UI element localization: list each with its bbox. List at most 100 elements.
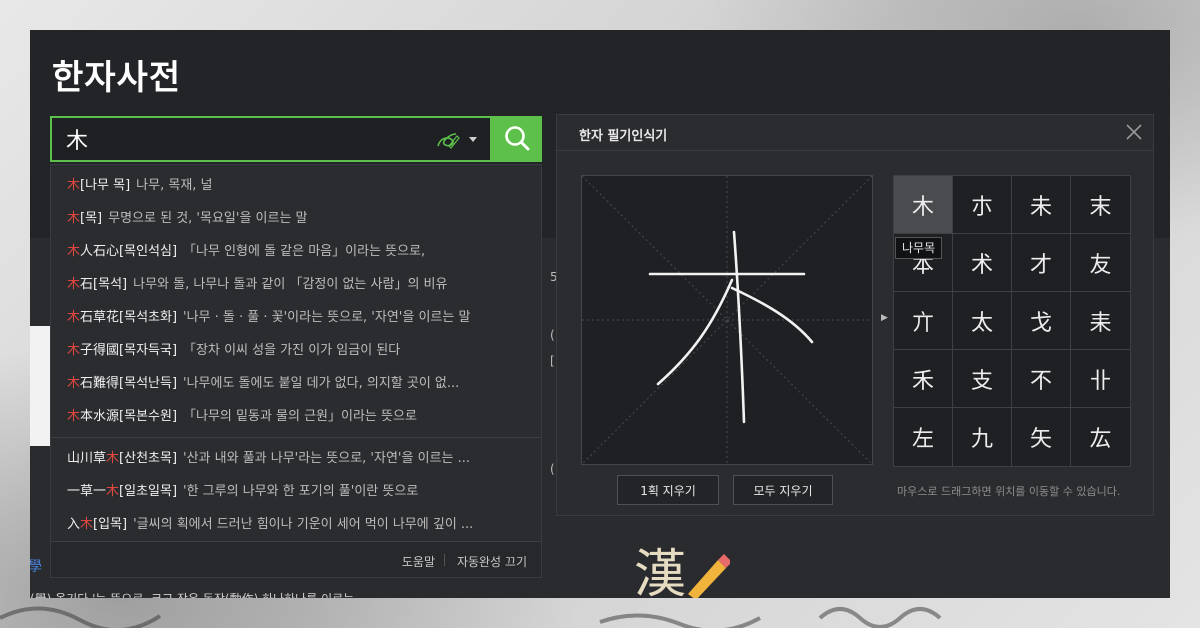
dictionary-window: 한자사전 學 (學) 옮기다 '는 뜻으로, 크고 작은 동작(動作) 하나하나… (30, 30, 1170, 598)
caret-down-icon (469, 137, 477, 142)
reading: [목석난득] (119, 376, 178, 391)
word-prefix: 山川草 (67, 451, 107, 466)
matched-char: 木 (67, 277, 81, 292)
reading: [목본수원] (119, 409, 178, 424)
page-title: 한자사전 (52, 58, 182, 98)
logo-char: 漢 (634, 545, 687, 598)
reading: [목석] (93, 277, 128, 292)
handwriting-toggle-button[interactable] (434, 128, 480, 152)
underlying-link[interactable]: 學 (30, 556, 50, 576)
word-prefix: 一草一 (67, 484, 107, 499)
word-prefix: 入 (67, 517, 81, 532)
autocomplete-item[interactable]: 木[나무 목] 나무, 목재, 널 (51, 169, 541, 202)
candidate-char[interactable]: 太 (953, 292, 1012, 350)
reading: [목자득국] (119, 343, 178, 358)
candidate-char[interactable]: 友 (1071, 234, 1130, 292)
autocomplete-item[interactable]: 木本水源[목본수원] 「나무의 밑동과 물의 근원」이라는 뜻으로 (51, 400, 541, 433)
matched-char: 木 (67, 178, 81, 193)
autocomplete-list: 木[나무 목] 나무, 목재, 널 木[목] 무명으로 된 것, '목요일'을 이르는… (51, 169, 541, 541)
reading: [일초일목] (119, 484, 178, 499)
matched-char: 木 (67, 376, 81, 391)
candidate-char[interactable]: 耒 (1071, 292, 1130, 350)
candidate-char[interactable]: 才 (1012, 234, 1071, 292)
underlying-char: ( (550, 328, 555, 342)
handwriting-strokes (581, 175, 873, 465)
word-suffix: 本水源 (80, 409, 120, 424)
matched-char: 木 (106, 451, 120, 466)
matched-char: 木 (67, 310, 81, 325)
candidate-char[interactable]: 未 (1012, 176, 1071, 234)
candidate-char[interactable]: 木 (894, 176, 953, 234)
candidate-char[interactable]: 九 (953, 408, 1012, 466)
word-suffix: 石草花 (80, 310, 120, 325)
autocomplete-item[interactable]: 入木[입목] '글씨의 획에서 드러난 힘이나 기운이 세어 먹이 나무에 깊이 … (51, 508, 541, 541)
meaning: 「나무의 밑동과 물의 근원」이라는 뜻으로 (183, 409, 417, 424)
candidate-char[interactable]: 左 (894, 408, 953, 466)
word-suffix: 石 (80, 277, 94, 292)
drag-hint: 마우스로 드래그하면 위치를 이동할 수 있습니다. (897, 485, 1121, 498)
autocomplete-item[interactable]: 木石難得[목석난득] '나무에도 돌에도 붙일 데가 없다, 의지할 곳이 없..… (51, 367, 541, 400)
autocomplete-item[interactable]: 山川草木[산천초목] '산과 내와 풀과 나무'라는 뜻으로, '자연'을 이르는… (51, 442, 541, 475)
autocomplete-item[interactable]: 一草一木[일초일목] '한 그루의 나무와 한 포기의 풀'이란 뜻으로 (51, 475, 541, 508)
close-icon (1126, 124, 1142, 140)
handwriting-recognizer-panel[interactable]: 한자 필기인식기 ▶ 木朩未末本术才友亣太戈耒禾支不卝左九矢厷 나무목 1획 지… (556, 114, 1154, 516)
candidate-char[interactable]: 亣 (894, 292, 953, 350)
search-button[interactable] (492, 116, 542, 162)
meaning: 무명으로 된 것, '목요일'을 이르는 말 (108, 211, 308, 226)
arrow-right-icon: ▶ (881, 313, 888, 323)
close-button[interactable] (1123, 121, 1145, 143)
meaning: 나무와 돌, 나무나 돌과 같이 「감정이 없는 사람」의 비유 (133, 277, 448, 292)
reading: [목인석심] (119, 244, 178, 259)
reading: [산천초목] (119, 451, 178, 466)
meaning: '글씨의 획에서 드러난 힘이나 기운이 세어 먹이 나무에 깊이 ... (133, 517, 474, 532)
search-icon (505, 125, 530, 150)
drawing-canvas[interactable] (581, 175, 873, 465)
pencil-icon (688, 554, 730, 598)
search-input[interactable] (66, 123, 406, 155)
candidate-char[interactable]: 禾 (894, 350, 953, 408)
panel-title: 한자 필기인식기 (579, 129, 668, 144)
footer-divider (444, 554, 445, 566)
autocomplete-item[interactable]: 木石[목석] 나무와 돌, 나무나 돌과 같이 「감정이 없는 사람」의 비유 (51, 268, 541, 301)
candidate-char[interactable]: 末 (1071, 176, 1130, 234)
reading: [입목] (93, 517, 128, 532)
help-link[interactable]: 도움말 (402, 553, 435, 570)
autocomplete-item[interactable]: 木[목] 무명으로 된 것, '목요일'을 이르는 말 (51, 202, 541, 235)
candidate-char[interactable]: 不 (1012, 350, 1071, 408)
autocomplete-off-link[interactable]: 자동완성 끄기 (457, 553, 527, 570)
panel-header[interactable]: 한자 필기인식기 (557, 115, 1153, 151)
search-box (50, 116, 492, 162)
matched-char: 木 (67, 244, 81, 259)
clear-all-button[interactable]: 모두 지우기 (733, 475, 833, 505)
hanja-logo: 漢 (634, 532, 734, 598)
candidate-grid: 木朩未末本术才友亣太戈耒禾支不卝左九矢厷 (893, 175, 1131, 467)
candidate-char[interactable]: 朩 (953, 176, 1012, 234)
matched-char: 木 (80, 517, 94, 532)
word-suffix: 石難得 (80, 376, 120, 391)
candidate-char[interactable]: 卝 (1071, 350, 1130, 408)
candidate-char[interactable]: 厷 (1071, 408, 1130, 466)
meaning: 「장차 이씨 성을 가진 이가 임금이 된다 (183, 343, 401, 358)
reading: [나무 목] (80, 178, 131, 193)
autocomplete-item[interactable]: 木石草花[목석초화] '나무 · 돌 · 풀 · 꽃'이라는 뜻으로, '자연'을… (51, 301, 541, 334)
autocomplete-dropdown: 木[나무 목] 나무, 목재, 널 木[목] 무명으로 된 것, '목요일'을 이르는… (50, 164, 542, 578)
candidate-char[interactable]: 矢 (1012, 408, 1071, 466)
meaning: 나무, 목재, 널 (136, 178, 213, 193)
candidate-char[interactable]: 术 (953, 234, 1012, 292)
underlying-image (30, 326, 50, 446)
matched-char: 木 (67, 211, 81, 226)
reading: [목석초화] (119, 310, 178, 325)
clear-stroke-button[interactable]: 1획 지우기 (617, 475, 719, 505)
autocomplete-item[interactable]: 木子得國[목자득국] 「장차 이씨 성을 가진 이가 임금이 된다 (51, 334, 541, 367)
candidate-tooltip: 나무목 (895, 237, 943, 259)
autocomplete-separator (51, 437, 541, 438)
word-suffix: 子得國 (80, 343, 120, 358)
candidate-char[interactable]: 戈 (1012, 292, 1071, 350)
autocomplete-item[interactable]: 木人石心[목인석심] 「나무 인형에 돌 같은 마음」이라는 뜻으로, (51, 235, 541, 268)
meaning: '한 그루의 나무와 한 포기의 풀'이란 뜻으로 (183, 484, 419, 499)
underlying-char: ( (550, 462, 555, 476)
underlying-char: [ (550, 354, 555, 368)
underlying-text: (學) 옮기다 '는 뜻으로, 크고 작은 동작(動作) 하나하나를 이르는 (30, 590, 354, 598)
candidate-char[interactable]: 支 (953, 350, 1012, 408)
meaning: '나무 · 돌 · 풀 · 꽃'이라는 뜻으로, '자연'을 이르는 말 (183, 310, 471, 325)
